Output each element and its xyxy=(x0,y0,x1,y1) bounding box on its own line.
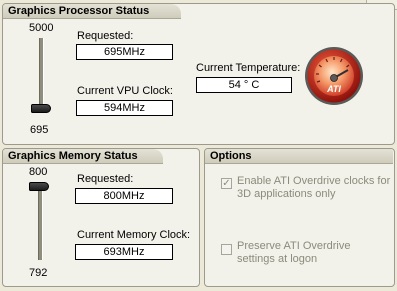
memory-status-title: Graphics Memory Status xyxy=(3,149,163,164)
gpu-clock-slider-thumb[interactable] xyxy=(31,104,51,113)
memory-clock-label: Current Memory Clock: xyxy=(77,229,191,241)
temperature-field[interactable]: 54 ° C xyxy=(196,77,292,93)
memory-clock-slider-track[interactable] xyxy=(38,182,43,260)
temperature-label: Current Temperature: xyxy=(196,62,301,74)
enable-overdrive-label[interactable]: Enable ATI Overdrive clocks for 3D appli… xyxy=(237,175,390,201)
memory-clock-field[interactable]: 693MHz xyxy=(75,244,173,260)
gpu-status-title: Graphics Processor Status xyxy=(3,4,181,19)
gpu-slider-max-label: 5000 xyxy=(29,22,54,34)
memory-requested-field[interactable]: 800MHz xyxy=(75,188,173,204)
preserve-overdrive-label[interactable]: Preserve ATI Overdrive settings at logon xyxy=(237,240,351,266)
memory-slider-max-label: 800 xyxy=(29,166,48,178)
preserve-overdrive-label-line2: settings at logon xyxy=(237,253,318,265)
enable-overdrive-label-line1: Enable ATI Overdrive clocks for xyxy=(237,175,391,187)
gpu-slider-min-label: 695 xyxy=(30,124,49,136)
memory-requested-label: Requested: xyxy=(77,173,134,185)
enable-overdrive-checkbox[interactable]: ✓ xyxy=(221,178,232,189)
vpu-clock-label: Current VPU Clock: xyxy=(77,85,173,97)
vpu-clock-field[interactable]: 594MHz xyxy=(76,100,173,116)
memory-slider-min-label: 792 xyxy=(29,267,48,279)
gpu-clock-slider-track[interactable] xyxy=(39,38,44,112)
temperature-gauge-icon: ATI xyxy=(304,46,364,106)
memory-status-panel: Graphics Memory Status 800 792 Requested… xyxy=(2,148,200,287)
gpu-requested-field[interactable]: 695MHz xyxy=(76,44,173,60)
gpu-status-panel: Graphics Processor Status 5000 695 Reque… xyxy=(2,3,395,145)
preserve-overdrive-checkbox[interactable] xyxy=(221,244,232,255)
gpu-requested-label: Requested: xyxy=(77,30,134,42)
options-panel: Options ✓ Enable ATI Overdrive clocks fo… xyxy=(204,148,395,287)
options-title: Options xyxy=(205,149,393,164)
gauge-logo-text: ATI xyxy=(326,84,341,94)
preserve-overdrive-label-line1: Preserve ATI Overdrive xyxy=(237,240,351,252)
memory-clock-slider-thumb[interactable] xyxy=(29,182,49,191)
enable-overdrive-label-line2: 3D applications only xyxy=(237,188,336,200)
